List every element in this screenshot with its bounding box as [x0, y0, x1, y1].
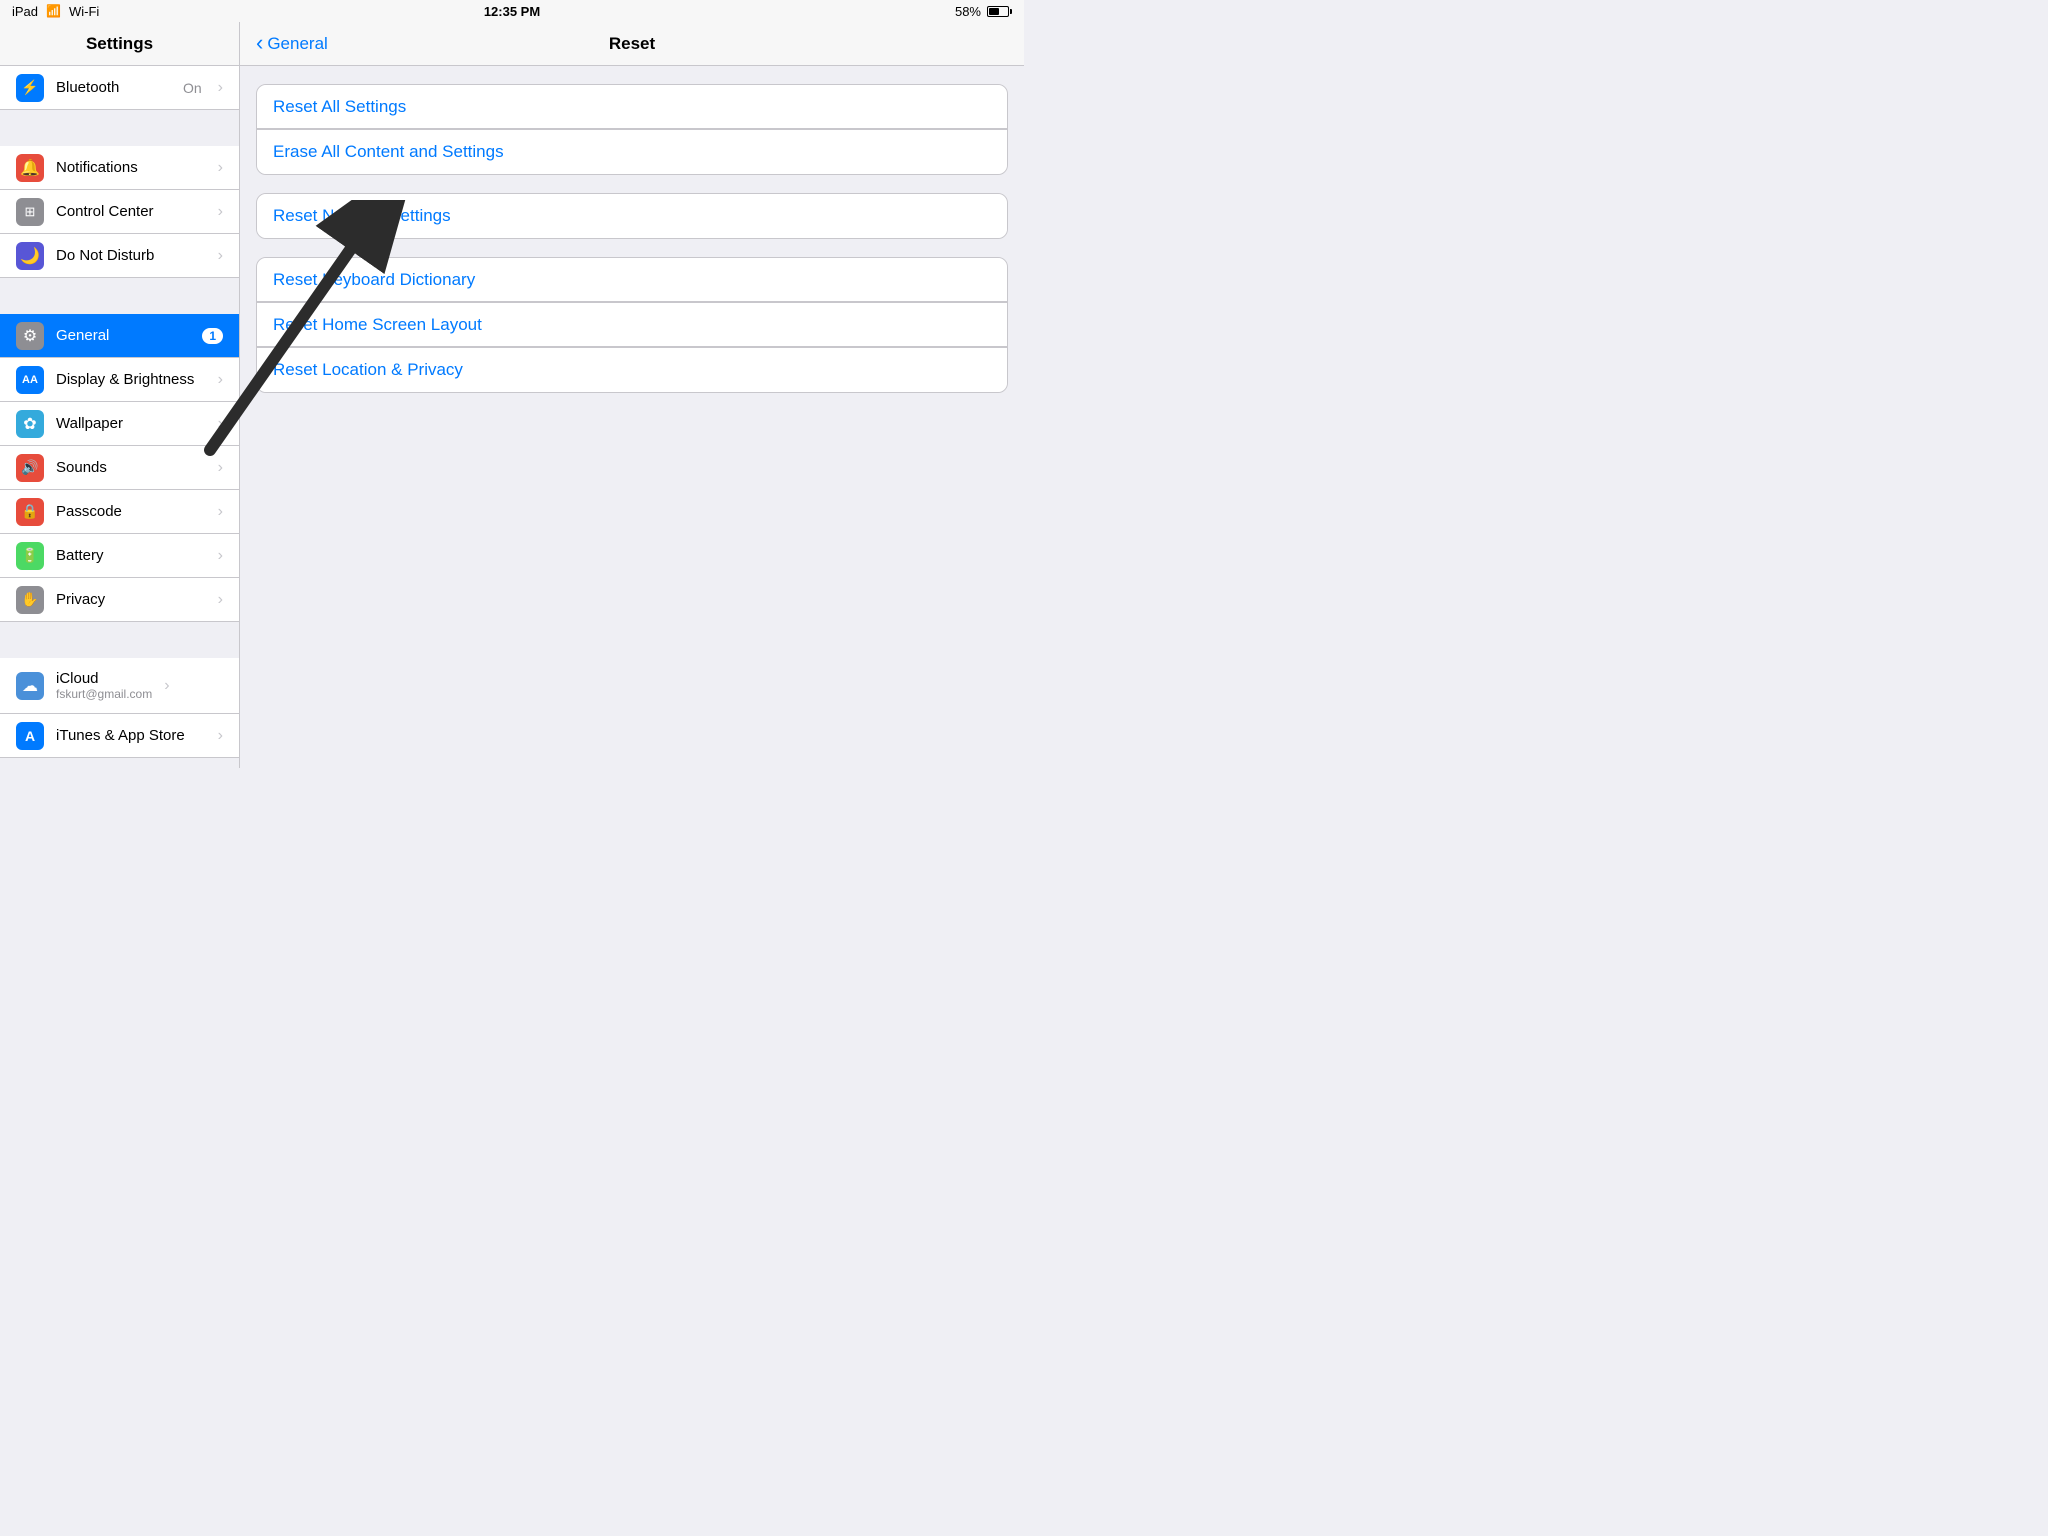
reset-group-2: Reset Network Settings [256, 193, 1008, 239]
sidebar-label-general: General [56, 327, 190, 344]
chevron-right-icon: › [164, 677, 169, 695]
sidebar-label-privacy: Privacy [56, 591, 206, 608]
sidebar-item-display-brightness[interactable]: AA Display & Brightness › [0, 358, 239, 402]
sidebar-label-itunes: iTunes & App Store [56, 727, 206, 744]
sidebar-divider-2 [0, 278, 239, 314]
erase-all-label: Erase All Content and Settings [273, 142, 504, 162]
sidebar-label-do-not-disturb: Do Not Disturb [56, 247, 206, 264]
sidebar-item-control-center[interactable]: ⊞ Control Center › [0, 190, 239, 234]
status-right: 58% [955, 4, 1012, 19]
chevron-right-icon: › [218, 159, 223, 177]
sidebar-item-general[interactable]: ⚙ General 1 [0, 314, 239, 358]
reset-all-settings-item[interactable]: Reset All Settings [257, 85, 1007, 129]
settings-title: Settings [86, 34, 153, 54]
notifications-icon: 🔔 [16, 154, 44, 182]
reset-keyboard-label: Reset Keyboard Dictionary [273, 270, 475, 290]
sidebar-item-do-not-disturb[interactable]: 🌙 Do Not Disturb › [0, 234, 239, 278]
reset-panel: Reset All Settings Erase All Content and… [240, 66, 1024, 768]
chevron-right-icon: › [218, 591, 223, 609]
sounds-icon: 🔊 [16, 454, 44, 482]
bluetooth-icon: ⚡ [16, 74, 44, 102]
sidebar-item-battery[interactable]: 🔋 Battery › [0, 534, 239, 578]
status-left: iPad 📶 Wi-Fi [12, 4, 99, 19]
sidebar-label-display-brightness: Display & Brightness [56, 371, 206, 388]
passcode-icon: 🔒 [16, 498, 44, 526]
status-bar: iPad 📶 Wi-Fi 12:35 PM 58% [0, 0, 1024, 22]
sidebar-label-bluetooth: Bluetooth [56, 79, 171, 96]
chevron-right-icon: › [218, 415, 223, 433]
sidebar-label-notifications: Notifications [56, 159, 206, 176]
chevron-right-icon: › [218, 79, 223, 97]
reset-home-screen-label: Reset Home Screen Layout [273, 315, 482, 335]
reset-home-screen-item[interactable]: Reset Home Screen Layout [257, 303, 1007, 347]
ipad-label: iPad [12, 4, 38, 19]
sidebar-item-privacy[interactable]: ✋ Privacy › [0, 578, 239, 622]
reset-network-item[interactable]: Reset Network Settings [257, 194, 1007, 238]
icloud-icon: ☁ [16, 672, 44, 700]
icloud-subtitle: fskurt@gmail.com [56, 687, 152, 701]
chevron-right-icon: › [218, 371, 223, 389]
navigation-bar: Settings ‹ General Reset [0, 22, 1024, 66]
general-badge: 1 [202, 328, 223, 344]
privacy-icon: ✋ [16, 586, 44, 614]
wifi-label: Wi-Fi [69, 4, 99, 19]
itunes-icon: A [16, 722, 44, 750]
left-nav-bar: Settings [0, 22, 240, 65]
chevron-right-icon: › [218, 727, 223, 745]
sidebar-item-notifications[interactable]: 🔔 Notifications › [0, 146, 239, 190]
bluetooth-value: On [183, 80, 202, 96]
icloud-title: iCloud [56, 670, 152, 687]
sidebar-item-icloud[interactable]: ☁ iCloud fskurt@gmail.com › [0, 658, 239, 714]
chevron-right-icon: › [218, 247, 223, 265]
sidebar-item-wallpaper[interactable]: ✿ Wallpaper › [0, 402, 239, 446]
sidebar-item-bluetooth[interactable]: ⚡ Bluetooth On › [0, 66, 239, 110]
battery-icon: 🔋 [16, 542, 44, 570]
general-icon: ⚙ [16, 322, 44, 350]
sidebar-label-wallpaper: Wallpaper [56, 415, 206, 432]
reset-location-item[interactable]: Reset Location & Privacy [257, 348, 1007, 392]
wifi-icon: 📶 [46, 4, 61, 18]
status-time: 12:35 PM [484, 4, 540, 19]
right-nav-bar: ‹ General Reset [240, 22, 1024, 65]
sidebar-label-passcode: Passcode [56, 503, 206, 520]
sidebar-label-control-center: Control Center [56, 203, 206, 220]
sidebar-label-battery: Battery [56, 547, 206, 564]
reset-location-label: Reset Location & Privacy [273, 360, 463, 380]
erase-all-item[interactable]: Erase All Content and Settings [257, 130, 1007, 174]
reset-group-1: Reset All Settings Erase All Content and… [256, 84, 1008, 175]
chevron-right-icon: › [218, 459, 223, 477]
sidebar-item-itunes[interactable]: A iTunes & App Store › [0, 714, 239, 758]
reset-group-3: Reset Keyboard Dictionary Reset Home Scr… [256, 257, 1008, 393]
reset-all-settings-label: Reset All Settings [273, 97, 406, 117]
wallpaper-icon: ✿ [16, 410, 44, 438]
sidebar-item-sounds[interactable]: 🔊 Sounds › [0, 446, 239, 490]
control-center-icon: ⊞ [16, 198, 44, 226]
reset-title: Reset [609, 34, 655, 54]
display-icon: AA [16, 366, 44, 394]
battery-percentage: 58% [955, 4, 981, 19]
reset-keyboard-item[interactable]: Reset Keyboard Dictionary [257, 258, 1007, 302]
icloud-text-group: iCloud fskurt@gmail.com [56, 670, 152, 701]
battery-icon [987, 6, 1012, 17]
content-area: ⚡ Bluetooth On › 🔔 Notifications › ⊞ [0, 66, 1024, 768]
back-button[interactable]: ‹ General [256, 34, 328, 54]
sidebar-divider-3 [0, 622, 239, 658]
sidebar-divider-1 [0, 110, 239, 146]
chevron-right-icon: › [218, 203, 223, 221]
do-not-disturb-icon: 🌙 [16, 242, 44, 270]
chevron-left-icon: ‹ [256, 32, 263, 54]
sidebar-label-sounds: Sounds [56, 459, 206, 476]
chevron-right-icon: › [218, 547, 223, 565]
reset-network-label: Reset Network Settings [273, 206, 451, 226]
sidebar: ⚡ Bluetooth On › 🔔 Notifications › ⊞ [0, 66, 240, 768]
chevron-right-icon: › [218, 503, 223, 521]
back-label: General [267, 34, 327, 54]
sidebar-item-passcode[interactable]: 🔒 Passcode › [0, 490, 239, 534]
